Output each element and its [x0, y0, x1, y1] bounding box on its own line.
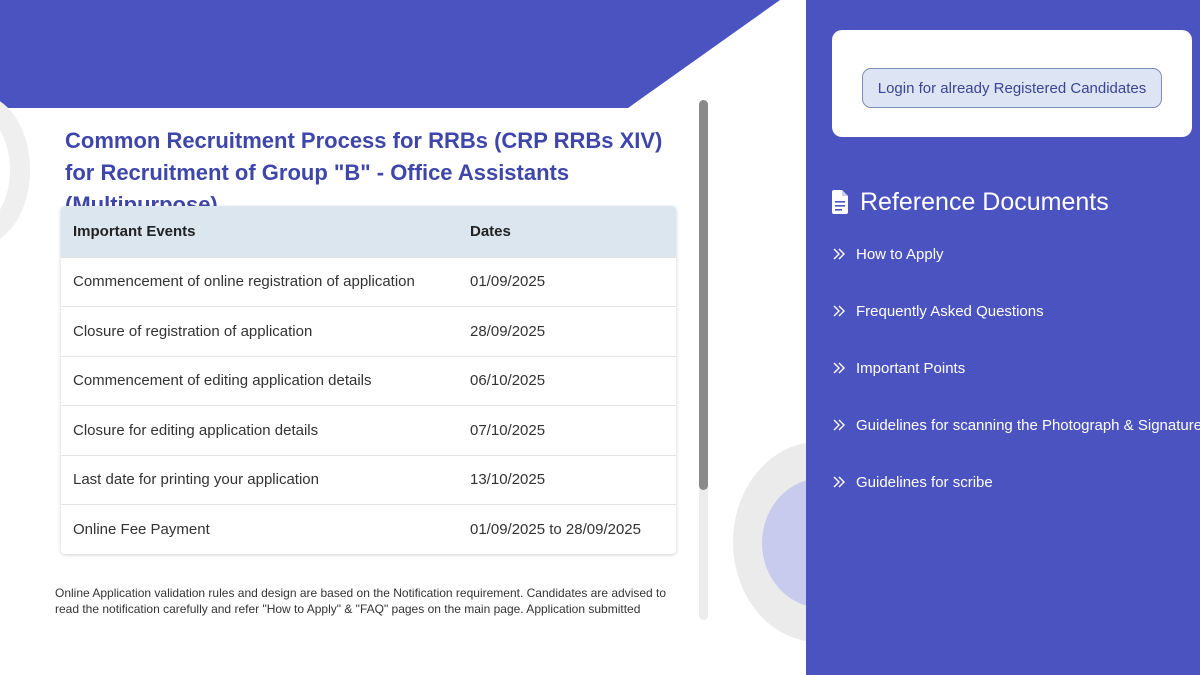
important-events-table: Important Events Dates Commencement of o… [61, 206, 676, 554]
double-chevron-right-icon [832, 247, 846, 261]
reference-documents-title: Reference Documents [860, 187, 1109, 216]
header-banner [0, 0, 806, 108]
date-cell: 07/10/2025 [458, 405, 676, 455]
table-row: Commencement of online registration of a… [61, 256, 676, 307]
reference-link-label: Important Points [856, 359, 966, 377]
reference-link-label: Guidelines for scribe [856, 473, 993, 491]
date-cell: 13/10/2025 [458, 454, 676, 505]
event-cell: Commencement of editing application deta… [61, 355, 458, 406]
double-chevron-right-icon [832, 475, 846, 489]
reference-link-how-to-apply[interactable]: How to Apply [832, 240, 1192, 268]
validation-note: Online Application validation rules and … [55, 586, 667, 616]
scrollbar-thumb[interactable] [699, 100, 708, 490]
date-cell: 01/09/2025 [458, 256, 676, 307]
double-chevron-right-icon [832, 304, 846, 318]
column-header-dates: Dates [458, 206, 676, 257]
event-cell: Online Fee Payment [61, 504, 458, 554]
event-cell: Closure of registration of application [61, 306, 458, 356]
table-row: Commencement of editing application deta… [61, 355, 676, 406]
table-row: Closure for editing application details … [61, 405, 676, 455]
column-header-events: Important Events [61, 206, 458, 257]
double-chevron-right-icon [832, 418, 846, 432]
event-cell: Last date for printing your application [61, 454, 458, 505]
login-card: Login for already Registered Candidates [832, 30, 1192, 137]
event-cell: Closure for editing application details [61, 405, 458, 455]
scrollbar[interactable] [699, 100, 708, 620]
main-content: Common Recruitment Process for RRBs (CRP… [0, 108, 700, 675]
date-cell: 28/09/2025 [458, 306, 676, 356]
reference-link-faq[interactable]: Frequently Asked Questions [832, 297, 1192, 325]
reference-link-scribe-guidelines[interactable]: Guidelines for scribe [832, 468, 1192, 496]
table-row: Closure of registration of application 2… [61, 306, 676, 356]
date-cell: 06/10/2025 [458, 355, 676, 406]
document-icon [832, 190, 848, 214]
login-registered-button[interactable]: Login for already Registered Candidates [862, 68, 1162, 108]
page: Common Recruitment Process for RRBs (CRP… [0, 0, 1200, 675]
reference-link-label: How to Apply [856, 245, 944, 263]
reference-documents-heading: Reference Documents [832, 186, 1109, 218]
table-row: Last date for printing your application … [61, 454, 676, 505]
sidebar: Login for already Registered Candidates … [806, 0, 1200, 675]
double-chevron-right-icon [832, 361, 846, 375]
event-cell: Commencement of online registration of a… [61, 256, 458, 307]
reference-link-important-points[interactable]: Important Points [832, 354, 1192, 382]
reference-link-scanning-guidelines[interactable]: Guidelines for scanning the Photograph &… [832, 411, 1200, 439]
table-row: Online Fee Payment 01/09/2025 to 28/09/2… [61, 504, 676, 554]
reference-link-label: Frequently Asked Questions [856, 302, 1044, 320]
date-cell: 01/09/2025 to 28/09/2025 [458, 504, 676, 554]
reference-link-label: Guidelines for scanning the Photograph &… [856, 416, 1200, 434]
reference-documents-list: How to Apply Frequently Asked Questions … [832, 240, 1200, 525]
table-header-row: Important Events Dates [61, 206, 676, 257]
